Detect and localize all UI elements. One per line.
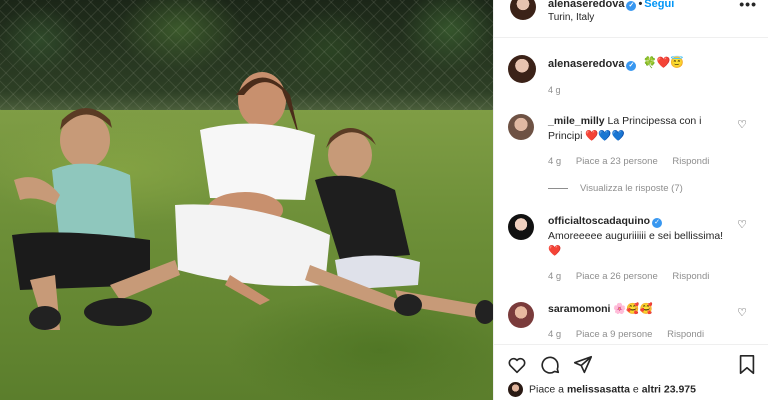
comment-like-icon[interactable]: ♡ <box>737 118 747 131</box>
heart-icon[interactable] <box>506 354 528 376</box>
caption-username[interactable]: alenaseredova <box>548 58 624 70</box>
comment-text: officialtoscadaquino ✓ Amoreeeee auguriii… <box>548 214 733 259</box>
comment-avatar[interactable] <box>508 302 534 328</box>
post-photo[interactable] <box>0 0 493 400</box>
follow-button[interactable]: Segui <box>644 0 674 10</box>
author-username-line: alenaseredova ✓ • Segui <box>548 0 674 11</box>
liker-avatar[interactable] <box>508 382 523 397</box>
comment-icon[interactable] <box>539 354 561 376</box>
post-location[interactable]: Turin, Italy <box>548 12 594 23</box>
comment-emoji: ❤️💙💙 <box>585 130 625 142</box>
comment-username[interactable]: officialtoscadaquino <box>548 215 650 227</box>
comment-text: saramomoni 🌸🥰🥰 <box>548 302 733 317</box>
comment-meta: 4 g Piace a 9 persone Rispondi <box>548 329 716 340</box>
comment-likes[interactable]: Piace a 9 persone <box>576 329 653 340</box>
liker-username[interactable]: melissasatta <box>567 383 630 395</box>
comment-likes[interactable]: Piace a 26 persone <box>576 271 658 282</box>
comment-like-icon[interactable]: ♡ <box>737 306 747 319</box>
more-icon[interactable]: ••• <box>739 0 757 12</box>
verified-icon: ✓ <box>626 1 637 11</box>
comment-reply-button[interactable]: Rispondi <box>667 329 704 340</box>
bookmark-icon[interactable] <box>737 354 757 376</box>
comment-avatar[interactable] <box>508 214 534 240</box>
caption-avatar[interactable] <box>508 55 536 83</box>
comment-emoji: ❤️ <box>548 245 562 257</box>
caption-username-line: alenaseredova ✓ <box>548 58 637 71</box>
likes-prefix: Piace a <box>529 383 565 396</box>
comment-emoji: 🌸🥰🥰 <box>613 303 653 315</box>
comment-time[interactable]: 4 g <box>548 271 561 282</box>
author-username[interactable]: alenaseredova <box>548 0 624 10</box>
separator-dot: • <box>638 0 643 10</box>
comment-meta: 4 g Piace a 23 persone Rispondi <box>548 156 721 167</box>
comment-body: Amoreeeee auguriiiiii e sei bellissima! <box>548 230 724 242</box>
comment-text: _mile_milly La Principessa con i Princip… <box>548 114 733 144</box>
view-replies[interactable]: Visualizza le risposte (7) <box>548 183 683 194</box>
comment-like-icon[interactable]: ♡ <box>737 218 747 231</box>
comment-likes[interactable]: Piace a 23 persone <box>576 156 658 167</box>
comment-time[interactable]: 4 g <box>548 329 561 340</box>
comment-time[interactable]: 4 g <box>548 156 561 167</box>
verified-icon: ✓ <box>626 61 637 71</box>
comment-username[interactable]: saramomoni <box>548 303 610 315</box>
post-header: alenaseredova ✓ • Segui Turin, Italy ••• <box>494 0 768 38</box>
share-icon[interactable] <box>572 354 594 376</box>
likes-conj: e <box>632 383 639 396</box>
caption-time[interactable]: 4 g <box>548 85 561 95</box>
comment-reply-button[interactable]: Rispondi <box>672 271 709 282</box>
view-replies-label[interactable]: Visualizza le risposte (7) <box>580 183 683 194</box>
comment-reply-button[interactable]: Rispondi <box>672 156 709 167</box>
photo-people <box>12 72 493 330</box>
likes-others[interactable]: altri 23.975 <box>642 383 696 395</box>
author-avatar[interactable] <box>510 0 536 20</box>
caption-text: 🍀❤️😇 <box>643 57 685 69</box>
comment-avatar[interactable] <box>508 114 534 140</box>
verified-icon: ✓ <box>652 218 663 228</box>
likes-summary: Piace a melissasatta e altri 23.975 <box>508 382 696 397</box>
post-panel: alenaseredova ✓ • Segui Turin, Italy ••• al… <box>493 0 768 400</box>
comment-username[interactable]: _mile_milly <box>548 115 605 127</box>
replies-divider <box>548 187 568 189</box>
comment-meta: 4 g Piace a 26 persone Rispondi <box>548 271 721 282</box>
